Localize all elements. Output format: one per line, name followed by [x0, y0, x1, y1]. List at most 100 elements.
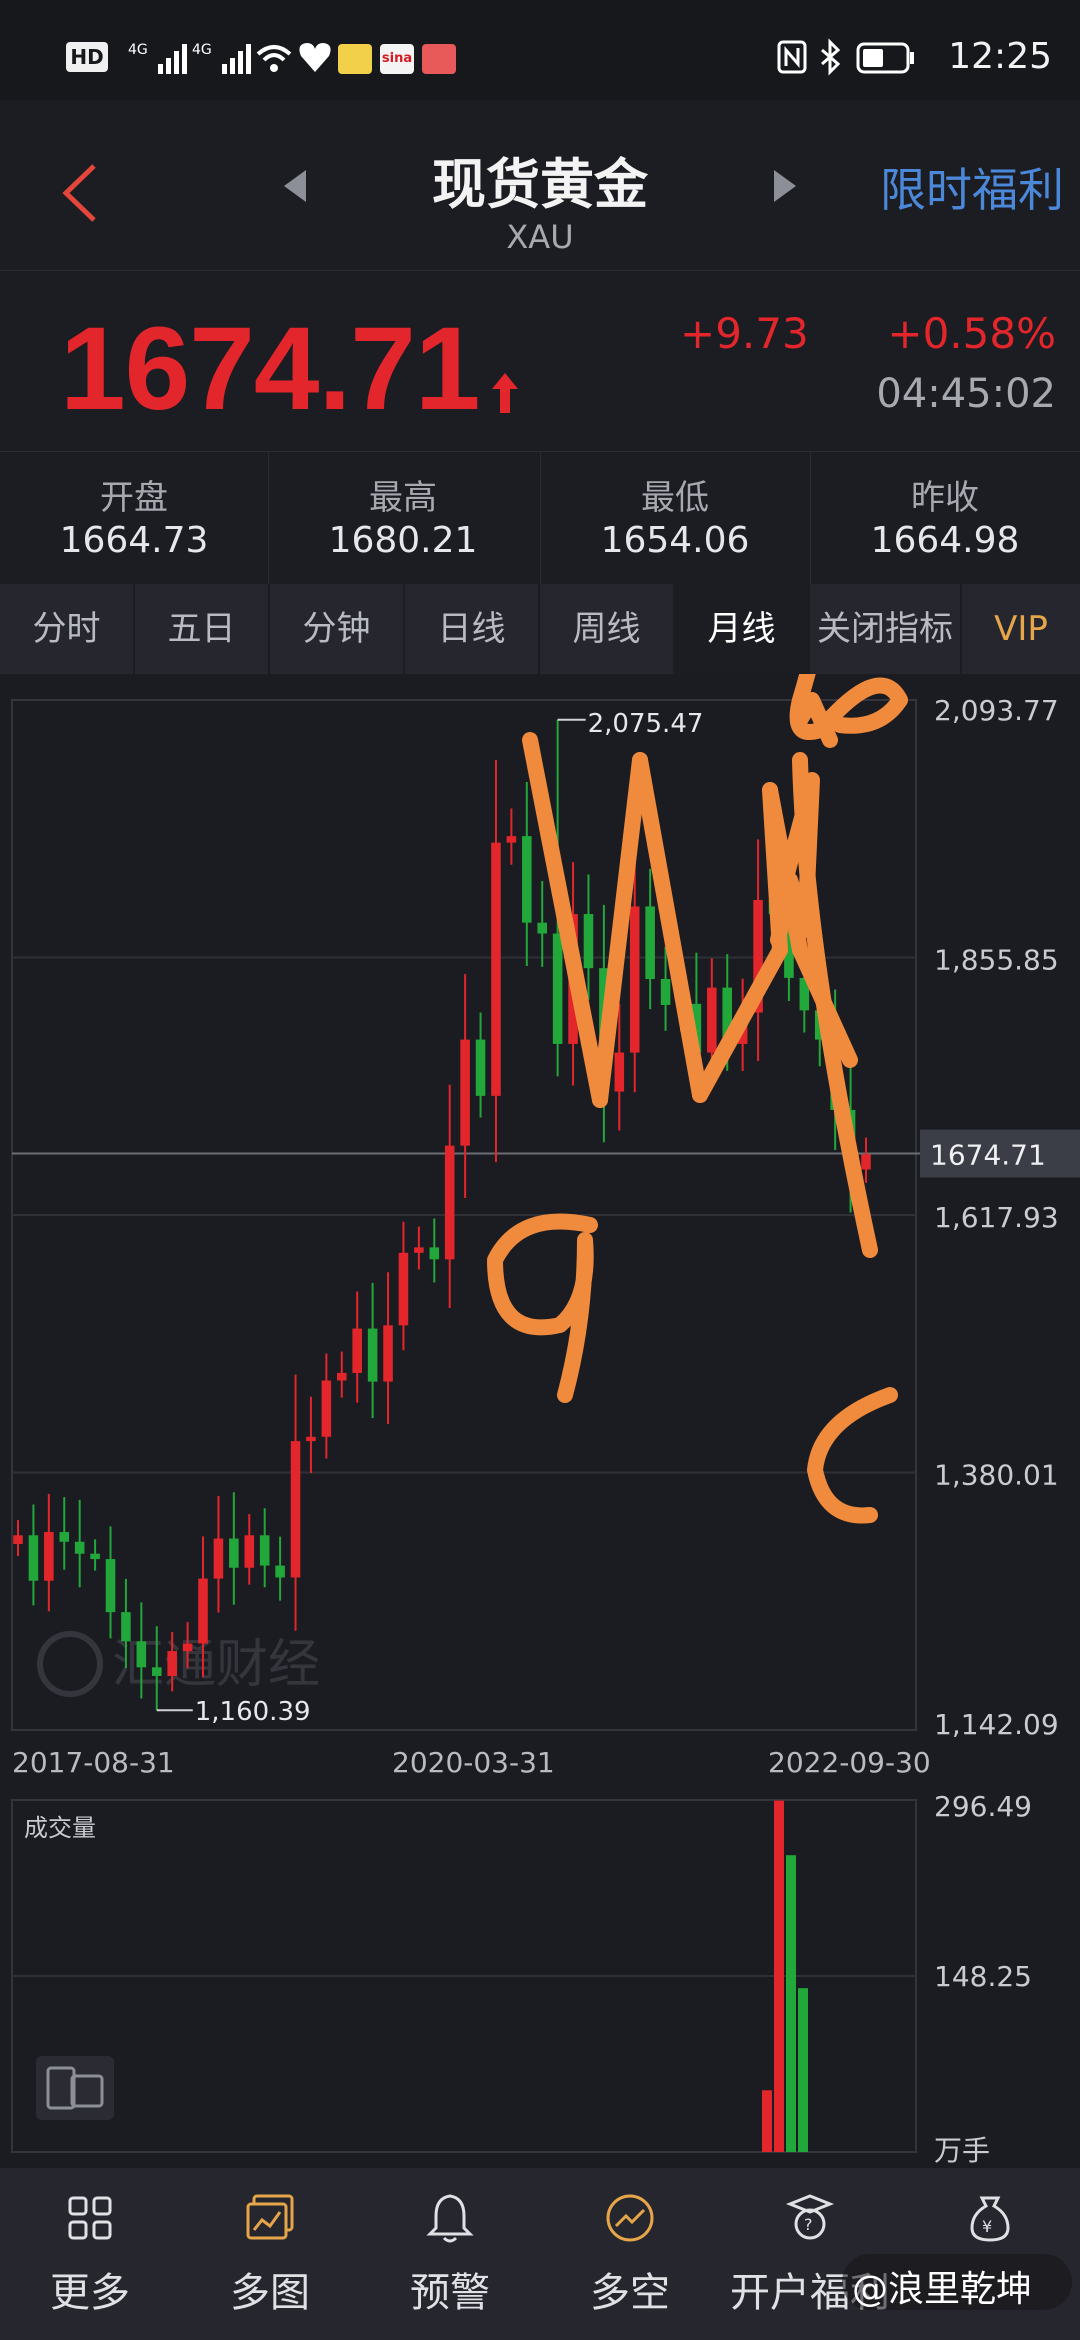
candle-body	[105, 1559, 116, 1613]
candle-body	[28, 1535, 39, 1581]
x-axis-label: 2020-03-31	[392, 1746, 555, 1779]
candle-body	[522, 836, 532, 923]
price-change-percent: +0.58%	[887, 309, 1056, 358]
trend-circle-icon	[606, 2194, 654, 2242]
price-chart[interactable]: 2,093.77 1,855.85 1,617.93 1,380.01 1,142.09…	[0, 674, 1080, 2169]
candle-body	[136, 1641, 147, 1668]
candle-body	[90, 1553, 100, 1560]
candle-body	[121, 1612, 131, 1642]
stat-prev-close: 昨收 1664.98	[811, 452, 1079, 584]
candle-body	[259, 1535, 270, 1566]
candle-body	[290, 1441, 301, 1578]
period-tabs: 分时 五日 分钟 日线 周线 月线 关闭指标 VIP	[0, 584, 1080, 674]
up-arrow-icon	[492, 373, 518, 413]
nav-label: 多图	[230, 2270, 310, 2316]
chart-background	[0, 674, 1080, 2168]
weibo-watermark: @浪里乾坤	[842, 2254, 1072, 2310]
candle-body	[414, 1247, 424, 1253]
candle-body	[645, 906, 655, 979]
volume-title: 成交量	[24, 1814, 96, 1842]
battery-icon	[856, 42, 914, 74]
bottom-nav: 更多 多图 预警 多空 ? 开户福利 ¥ @浪里乾坤	[0, 2168, 1080, 2340]
candle-body	[552, 933, 563, 1044]
candle-body	[614, 1052, 625, 1092]
header: 现货黄金 XAU 限时福利	[0, 100, 1080, 271]
current-price: 1674.71	[60, 303, 481, 435]
tab-monthly[interactable]: 月线	[675, 584, 808, 674]
stat-label: 最低	[641, 478, 709, 518]
candle-body	[213, 1538, 224, 1579]
nav-more[interactable]: 更多	[0, 2168, 180, 2340]
nav-label: 预警	[410, 2270, 490, 2316]
quote-panel: 1674.71 +9.73 +0.58% 04:45:02	[0, 271, 1080, 452]
volume-bar	[762, 2090, 772, 2152]
nav-long-short[interactable]: 多空	[540, 2168, 720, 2340]
candle-body	[383, 1325, 393, 1382]
wifi-icon	[256, 45, 292, 72]
nav-multi-chart[interactable]: 多图	[180, 2168, 360, 2340]
tab-weekly[interactable]: 周线	[540, 584, 673, 674]
nav-label: 多空	[590, 2270, 670, 2316]
nav-alert[interactable]: 预警	[360, 2168, 540, 2340]
candle-body	[660, 978, 671, 1005]
volume-bar	[786, 1855, 796, 2152]
candle-body	[198, 1578, 208, 1644]
stats-row: 开盘 1664.73 最高 1680.21 最低 1654.06 昨收 1664…	[0, 452, 1080, 584]
volume-axis-label: 148.25	[934, 1960, 1032, 1993]
nfc-icon	[777, 40, 807, 74]
candle-body	[475, 1039, 486, 1096]
tab-minute[interactable]: 分钟	[270, 584, 403, 674]
candle-body	[74, 1541, 85, 1554]
stat-value: 1664.73	[59, 520, 209, 561]
gift-icon: ?	[785, 2194, 835, 2240]
candle-body	[398, 1252, 409, 1326]
svg-text:4G: 4G	[128, 42, 148, 58]
candle-body	[583, 914, 594, 969]
stat-value: 1680.21	[328, 520, 478, 561]
y-axis-label: 1,855.85	[934, 944, 1059, 977]
candle-body	[429, 1247, 440, 1260]
weibo-icon	[338, 44, 372, 74]
price-change: +9.73	[680, 309, 809, 358]
status-bar: HD 4G 4G sina 12:25	[0, 0, 1080, 100]
stat-label: 最高	[369, 478, 437, 518]
volume-bar	[774, 1800, 784, 2152]
svg-text:?: ?	[804, 2215, 813, 2234]
high-annotation: 2,075.47	[588, 709, 704, 739]
y-axis-label: 1,142.09	[934, 1708, 1059, 1741]
candle-body	[337, 1372, 347, 1381]
money-bag-icon: ¥	[970, 2196, 1010, 2242]
clock: 12:25	[948, 36, 1052, 77]
promo-link[interactable]: 限时福利	[880, 154, 1064, 220]
stat-open: 开盘 1664.73	[0, 452, 268, 584]
quote-time: 04:45:02	[876, 371, 1056, 417]
bluetooth-icon	[821, 38, 841, 76]
next-instrument-icon[interactable]	[770, 166, 800, 206]
stat-label: 开盘	[100, 478, 168, 518]
x-axis-label: 2022-09-30	[768, 1746, 931, 1779]
y-axis-label: 1,380.01	[934, 1459, 1059, 1492]
volume-axis-label: 296.49	[934, 1790, 1032, 1823]
stat-value: 1664.98	[870, 520, 1020, 561]
weibo-handle: @浪里乾坤	[852, 2269, 1033, 2310]
svg-text:4G: 4G	[192, 42, 212, 58]
tab-intraday[interactable]: 分时	[0, 584, 133, 674]
sina-icon: sina	[380, 44, 414, 74]
candle-body	[44, 1532, 54, 1581]
candle-body	[244, 1535, 255, 1568]
tab-daily[interactable]: 日线	[405, 584, 538, 674]
candle-body	[506, 836, 517, 843]
candle-body	[861, 1154, 871, 1170]
volume-unit: 万手	[934, 2134, 990, 2167]
candle-body	[629, 906, 640, 1053]
signal-4g-icon: 4G	[192, 42, 251, 74]
tab-close-indicators[interactable]: 关闭指标	[810, 584, 960, 674]
nav-label: 更多	[50, 2270, 130, 2316]
tab-five-day[interactable]: 五日	[135, 584, 268, 674]
candle-body	[321, 1380, 332, 1437]
low-annotation: 1,160.39	[195, 1697, 311, 1727]
signal-4g-icon: 4G	[128, 42, 187, 74]
tab-vip[interactable]: VIP	[962, 584, 1080, 674]
bell-icon	[426, 2194, 474, 2243]
candle-body	[491, 842, 501, 1096]
